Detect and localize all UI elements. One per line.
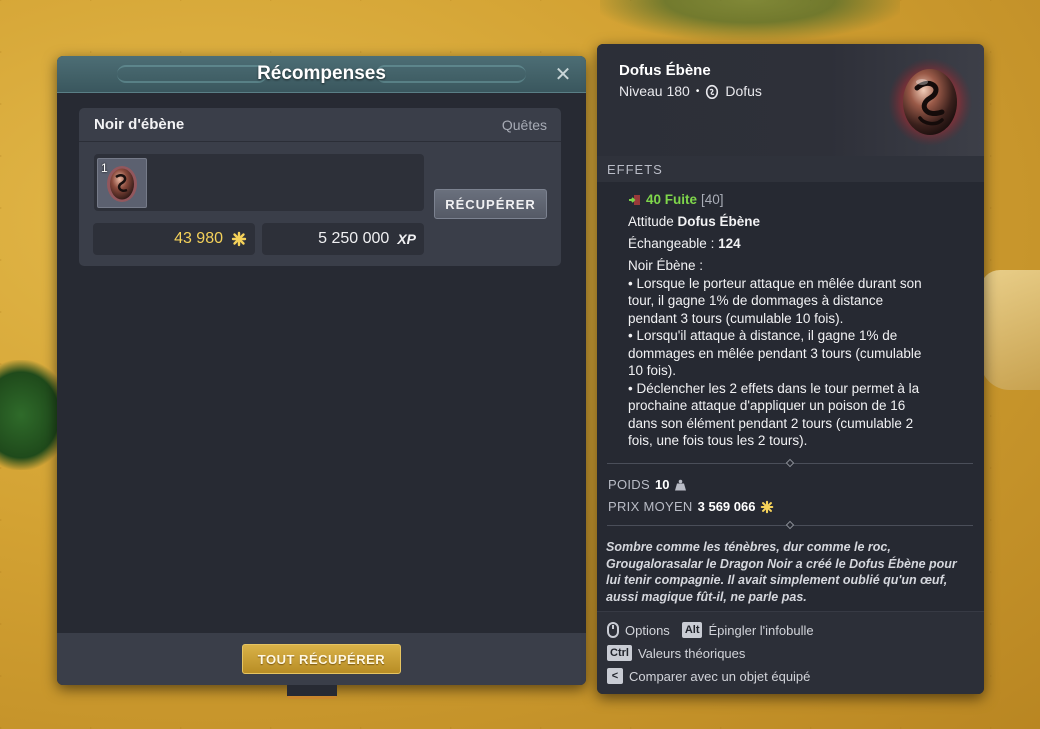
effects-list: 40 Fuite [40] Attitude Dofus Ébène Échan…	[628, 191, 968, 450]
reward-item-slot[interactable]: 1	[97, 158, 147, 208]
header-ornament-left	[117, 65, 267, 83]
kamas-reward: 43 980	[93, 223, 255, 255]
dofus-ebene-artwork-icon	[888, 58, 972, 146]
collect-button[interactable]: RÉCUPÉRER	[434, 189, 547, 219]
item-level-type: Niveau 180 • Dofus	[619, 83, 762, 99]
flee-value: 40 Fuite	[646, 192, 698, 207]
item-lore: Sombre comme les ténèbres, dur comme le …	[606, 539, 976, 605]
kamas-value: 43 980	[174, 230, 223, 247]
attitude-prefix: Attitude	[628, 214, 674, 229]
compare-label: Comparer avec un objet équipé	[629, 668, 811, 684]
effects-section-header: EFFETS	[597, 156, 984, 182]
description-line: dommages en mêlée pendant 3 tours (cumul…	[628, 345, 922, 361]
lore-line: Grougalorasalar le Dragon Noir a créé le…	[606, 556, 957, 571]
divider	[607, 458, 973, 468]
reward-card-header: Noir d'ébène Quêtes	[79, 108, 561, 142]
exchangeable-value: 124	[718, 236, 741, 251]
xp-icon: XP	[397, 231, 416, 247]
hint-theoretical-values[interactable]: Ctrl Valeurs théoriques	[607, 645, 745, 661]
item-name: Dofus Ébène	[619, 62, 711, 79]
collect-all-button[interactable]: TOUT RÉCUPÉRER	[242, 644, 401, 674]
compare-key-icon: <	[607, 668, 623, 684]
flee-base-value: [40]	[701, 192, 724, 207]
dofus-ebene-egg-icon	[107, 166, 137, 202]
lore-line: lui tenir compagnie. Il avait simplement…	[606, 573, 948, 587]
close-icon[interactable]: ✕	[552, 63, 574, 86]
item-level: Niveau 180	[619, 83, 690, 99]
header-ornament-right	[376, 65, 526, 83]
exchangeable-prefix: Échangeable :	[628, 236, 715, 251]
effect-exchangeable: Échangeable : 124	[628, 235, 968, 253]
description-line: fois, une fois tous les 2 tours).	[628, 433, 808, 448]
effect-attitude: Attitude Dofus Ébène	[628, 213, 968, 231]
mouse-icon	[607, 622, 619, 638]
average-price-stat: PRIX MOYEN 3 569 066	[608, 499, 774, 514]
reward-card-source: Quêtes	[501, 116, 547, 133]
divider	[607, 520, 973, 530]
rewards-footer: TOUT RÉCUPÉRER	[57, 633, 586, 685]
lore-line: aussi magique fût-il, ne parle pas.	[606, 589, 807, 604]
description-line: prochaine attaque d'appliquer un poison …	[628, 398, 906, 413]
average-price-value: 3 569 066	[697, 499, 756, 514]
description-line: • Lorsque le porteur attaque en mêlée du…	[628, 275, 922, 291]
tooltip-header: Dofus Ébène Niveau 180 • Dofus	[597, 44, 984, 156]
background-rock	[980, 270, 1040, 390]
reward-items-box: 1	[94, 154, 424, 211]
item-quantity: 1	[101, 161, 108, 175]
set-effect-title: Noir Ébène :	[628, 258, 704, 273]
pin-tooltip-label: Épingler l'infobulle	[708, 622, 814, 638]
item-type: Dofus	[725, 83, 762, 99]
weight-icon	[675, 479, 687, 490]
background-foliage	[600, 0, 900, 40]
set-effect-description: • Lorsque le porteur attaque en mêlée du…	[628, 275, 968, 450]
separator-bullet: •	[695, 85, 700, 97]
options-label: Options	[625, 622, 670, 638]
weight-label: POIDS	[608, 477, 650, 492]
hint-options[interactable]: Options Alt Épingler l'infobulle	[607, 622, 814, 638]
rewards-header[interactable]: Récompenses ✕	[57, 56, 586, 93]
rewards-title: Récompenses	[257, 63, 386, 84]
xp-reward: 5 250 000 XP	[262, 223, 424, 255]
description-line: • Déclencher les 2 effets dans le tour p…	[628, 380, 920, 396]
description-line: 10 fois).	[628, 363, 677, 378]
hud-tab-stub[interactable]	[287, 685, 337, 699]
weight-value: 10	[654, 477, 670, 492]
description-line: tour, il gagne 1% de dommages à distance	[628, 293, 884, 308]
effect-flee: 40 Fuite [40]	[628, 191, 968, 209]
lore-line: Sombre comme les ténèbres, dur comme le …	[606, 540, 891, 554]
reward-card-title: Noir d'ébène	[94, 116, 185, 133]
xp-value: 5 250 000	[318, 230, 390, 247]
flee-icon	[629, 194, 640, 205]
ctrl-key-icon: Ctrl	[607, 645, 632, 661]
description-line: pendant 3 tours (cumulable 10 fois).	[628, 310, 844, 326]
tooltip-hints: Options Alt Épingler l'infobulle Ctrl Va…	[597, 611, 984, 694]
kamas-icon	[231, 231, 247, 247]
theoretical-values-label: Valeurs théoriques	[637, 645, 746, 661]
dofus-type-icon	[706, 84, 719, 99]
attitude-name: Dofus Ébène	[677, 214, 761, 229]
description-line: • Lorsqu'il attaque à distance, il gagne…	[628, 328, 898, 343]
hint-compare[interactable]: < Comparer avec un objet équipé	[607, 668, 810, 684]
alt-key-icon: Alt	[681, 622, 703, 638]
average-price-label: PRIX MOYEN	[608, 499, 693, 514]
kamas-icon	[761, 500, 774, 513]
rewards-window: Récompenses ✕ Noir d'ébène Quêtes 1 RÉCU…	[57, 56, 586, 685]
item-tooltip: Dofus Ébène Niveau 180 • Dofus EFFETS 40…	[597, 44, 984, 694]
weight-stat: POIDS 10	[608, 477, 687, 492]
description-line: dans son élément pendant 2 tours (cumula…	[628, 415, 914, 431]
reward-card: Noir d'ébène Quêtes 1 RÉCUPÉRER 43 980 5…	[79, 108, 561, 266]
